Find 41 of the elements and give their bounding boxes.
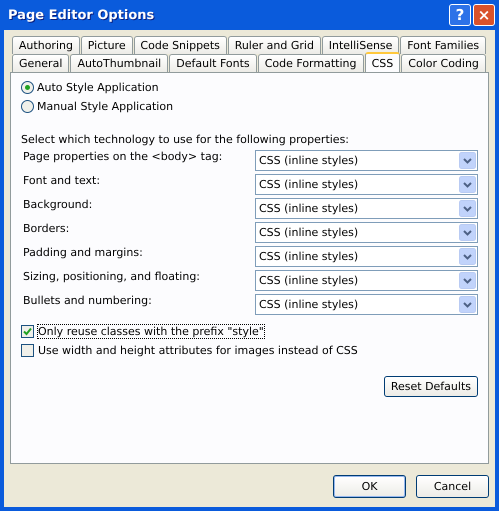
property-label: Page properties on the <body> tag: bbox=[22, 150, 222, 163]
checkbox-label[interactable]: Use width and height attributes for images instead of CSS bbox=[37, 343, 359, 358]
dropdown[interactable]: CSS (inline styles) bbox=[255, 222, 478, 243]
radio-label[interactable]: Auto Style Application bbox=[37, 81, 159, 94]
checkbox[interactable] bbox=[21, 344, 34, 357]
tab[interactable]: Code Formatting bbox=[258, 54, 364, 72]
checkbox-label[interactable]: Only reuse classes with the prefix "style" bbox=[37, 324, 265, 339]
tab[interactable]: Code Snippets bbox=[134, 36, 227, 54]
radio-label[interactable]: Manual Style Application bbox=[37, 100, 174, 113]
tab[interactable]: Color Coding bbox=[401, 54, 486, 72]
instruction-text: Select which technology to use for the following properties: bbox=[21, 133, 350, 146]
property-label: Bullets and numbering: bbox=[22, 294, 152, 307]
radio-button[interactable] bbox=[21, 81, 34, 94]
dropdown[interactable]: CSS (inline styles) bbox=[255, 246, 478, 267]
dialog-button[interactable]: Cancel bbox=[416, 475, 489, 498]
dropdown[interactable]: CSS (inline styles) bbox=[255, 294, 478, 315]
tab[interactable]: AutoThumbnail bbox=[70, 54, 168, 72]
property-label: Borders: bbox=[22, 222, 70, 235]
dropdown[interactable]: CSS (inline styles) bbox=[255, 174, 478, 195]
tab[interactable]: Default Fonts bbox=[169, 54, 257, 72]
close-button[interactable]: × bbox=[473, 4, 495, 26]
tab[interactable]: General bbox=[12, 54, 70, 72]
radio-button[interactable] bbox=[21, 100, 34, 113]
tab[interactable]: Ruler and Grid bbox=[228, 36, 321, 54]
dropdown[interactable]: CSS (inline styles) bbox=[255, 150, 478, 171]
help-button[interactable]: ? bbox=[449, 4, 471, 26]
tab[interactable]: Picture bbox=[80, 36, 133, 54]
reset-defaults-button[interactable]: Reset Defaults bbox=[384, 376, 478, 397]
dialog-button[interactable]: OK bbox=[333, 475, 406, 498]
tab[interactable]: IntelliSense bbox=[322, 36, 400, 54]
tab[interactable]: CSS bbox=[364, 52, 400, 72]
tab[interactable]: Font Families bbox=[400, 36, 486, 54]
property-label: Padding and margins: bbox=[22, 246, 143, 259]
checkbox[interactable] bbox=[21, 325, 34, 338]
dropdown[interactable]: CSS (inline styles) bbox=[255, 198, 478, 219]
window-title: Page Editor Options bbox=[7, 8, 156, 22]
property-label: Sizing, positioning, and floating: bbox=[22, 270, 200, 283]
tab[interactable]: Authoring bbox=[12, 36, 80, 54]
property-label: Font and text: bbox=[22, 174, 100, 187]
property-label: Background: bbox=[22, 198, 92, 211]
dropdown[interactable]: CSS (inline styles) bbox=[255, 270, 478, 291]
